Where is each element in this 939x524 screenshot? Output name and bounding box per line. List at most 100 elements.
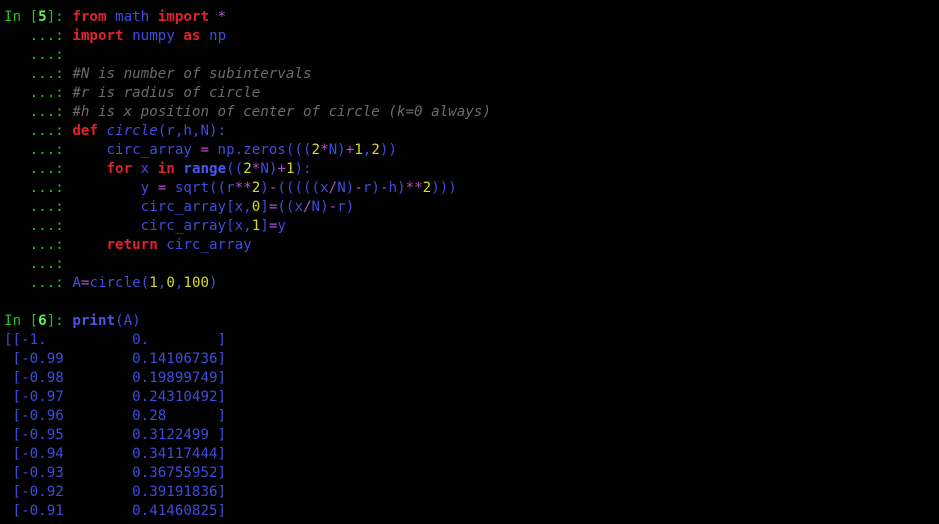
code-token: circ_array[x, (72, 199, 252, 215)
code-token: (( (226, 161, 244, 177)
continuation-line: ...: (4, 46, 939, 65)
code-token: circ_array (157, 237, 252, 253)
output-line: [-0.93 0.36755952] (4, 464, 939, 483)
output-text: [-0.95 0.3122499 ] (4, 427, 227, 443)
prompt-text: ...: (4, 161, 73, 177)
output-text: [-0.99 0.14106736] (4, 351, 227, 367)
comment-text: #h is x position of center of circle (k=… (72, 104, 491, 120)
continuation-line: ...: #h is x position of center of circl… (4, 103, 939, 122)
output-line: [[-1. 0. ] (4, 331, 939, 350)
prompt-text: ]: (46, 9, 73, 25)
number-literal: 1 (251, 218, 261, 234)
keyword-token: for (106, 161, 133, 177)
output-text: [-0.97 0.24310492] (4, 389, 227, 405)
prompt-text: ...: (4, 47, 73, 63)
continuation-line: ...: return circ_array (4, 236, 939, 255)
prompt-number: 5 (38, 9, 47, 25)
continuation-line: ...: for x in range((2*N)+1): (4, 160, 939, 179)
code-token: np.zeros((( (209, 142, 312, 158)
code-token: r) (362, 180, 380, 196)
continuation-line: ...: (4, 255, 939, 274)
operator-token: ** (234, 180, 252, 196)
comment-text: #r is radius of circle (72, 85, 261, 101)
prompt-text: ...: (4, 85, 73, 101)
code-token: circle( (89, 275, 150, 291)
code-token: ((x (277, 199, 303, 215)
continuation-line: ...: circ_array = np.zeros(((2*N)+1,2)) (4, 141, 939, 160)
builtin-name: range (183, 161, 227, 177)
continuation-line: ...: A=circle(1,0,100) (4, 274, 939, 293)
operator-token: = (200, 142, 210, 158)
keyword-token: as (183, 28, 201, 44)
output-line: [-0.94 0.34117444] (4, 445, 939, 464)
function-name: circle (106, 123, 158, 139)
output-line: [-0.92 0.39191836] (4, 483, 939, 502)
keyword-token: in (157, 161, 175, 177)
output-line: [-0.95 0.3122499 ] (4, 426, 939, 445)
operator-token: - (354, 180, 363, 196)
prompt-text: ...: (4, 256, 73, 272)
output-text: [-0.98 0.19899749] (4, 370, 227, 386)
code-token: ) (260, 180, 269, 196)
code-token: x (132, 161, 158, 177)
prompt-number: 6 (38, 313, 47, 329)
number-literal: 0 (251, 199, 261, 215)
continuation-line: ...: import numpy as np (4, 27, 939, 46)
output-text: [-0.96 0.28 ] (4, 408, 227, 424)
code-token: A (72, 275, 81, 291)
continuation-line: ...: def circle(r,h,N): (4, 122, 939, 141)
continuation-line: ...: #r is radius of circle (4, 84, 939, 103)
operator-token: + (277, 161, 286, 177)
prompt-text: ...: (4, 66, 73, 82)
code-token: ] (260, 199, 269, 215)
operator-token: / (328, 180, 338, 196)
number-literal: 2 (422, 180, 432, 196)
output-line: [-0.99 0.14106736] (4, 350, 939, 369)
code-token: circ_array[x, (72, 218, 252, 234)
code-token: math (106, 9, 158, 25)
output-text: [-0.91 0.41460825] (4, 503, 227, 519)
output-text: [-0.94 0.34117444] (4, 446, 227, 462)
code-token: circ_array (72, 142, 201, 158)
code-token: N) (311, 199, 329, 215)
prompt-text: ...: (4, 199, 73, 215)
output-line: [-0.91 0.41460825] (4, 502, 939, 521)
continuation-line: ...: circ_array[x,1]=y (4, 217, 939, 236)
code-token: sqrt((r (166, 180, 235, 196)
number-literal: 100 (183, 275, 210, 291)
code-token: (((((x (277, 180, 329, 196)
operator-token: / (302, 199, 312, 215)
operator-token: * (320, 142, 329, 158)
keyword-token: def (72, 123, 98, 139)
keyword-token: import (157, 9, 210, 25)
code-token: (A) (115, 313, 141, 329)
output-line: [-0.97 0.24310492] (4, 388, 939, 407)
number-literal: 2 (243, 161, 252, 177)
code-token: r) (337, 199, 355, 215)
prompt-text: ...: (4, 180, 73, 196)
number-literal: 2 (251, 180, 261, 196)
operator-token: * (217, 9, 227, 25)
output-text: [-0.93 0.36755952] (4, 465, 227, 481)
ipython-terminal[interactable]: In [5]: from math import * ...: import n… (4, 8, 939, 521)
code-token: (r,h,N): (157, 123, 227, 139)
keyword-token: return (106, 237, 158, 253)
code-token: )) (379, 142, 397, 158)
number-literal: 1 (285, 161, 295, 177)
code-token: ] (260, 218, 269, 234)
number-literal: 0 (166, 275, 175, 291)
builtin-name: print (72, 313, 116, 329)
number-literal: 1 (149, 275, 158, 291)
code-token: N) (337, 180, 355, 196)
code-token: ) (209, 275, 218, 291)
prompt-text: ...: (4, 104, 73, 120)
number-literal: 2 (311, 142, 321, 158)
keyword-token: from (72, 9, 107, 25)
output-text: [-0.92 0.39191836] (4, 484, 227, 500)
continuation-line: ...: #N is number of subintervals (4, 65, 939, 84)
